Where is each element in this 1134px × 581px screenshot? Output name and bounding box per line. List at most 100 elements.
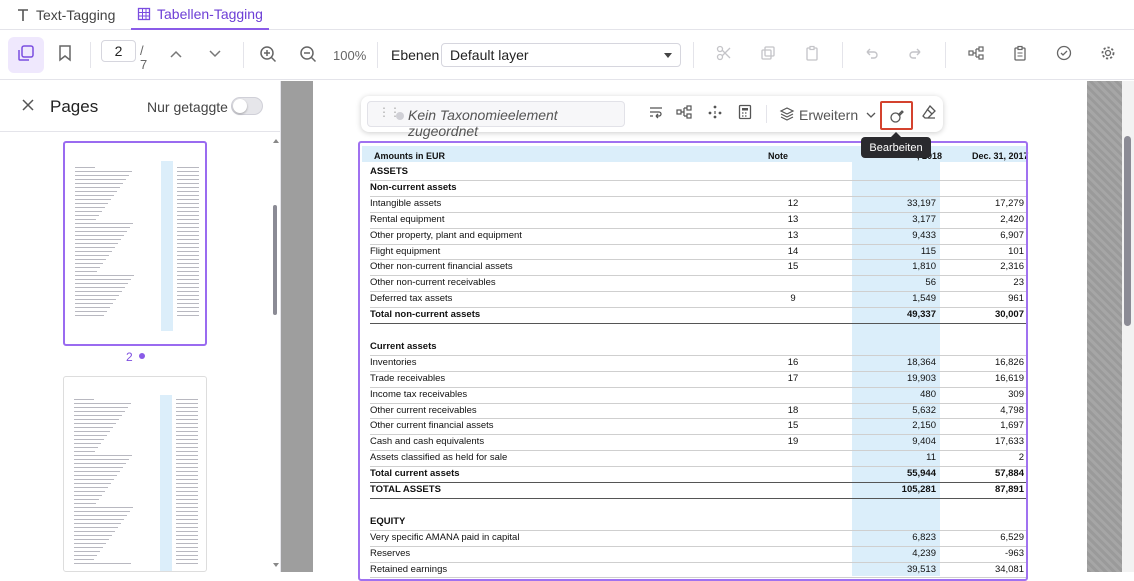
cut-button[interactable] xyxy=(712,43,736,67)
wrap-text-button[interactable] xyxy=(645,103,667,125)
thumbnail-line xyxy=(75,239,121,240)
thumbnail-line xyxy=(74,411,125,412)
thumbnail-line xyxy=(75,219,96,220)
thumbnail-line xyxy=(74,495,102,496)
table-selection-frame[interactable] xyxy=(358,141,1028,581)
thumbnail-line xyxy=(177,267,199,268)
thumbnail-line xyxy=(176,547,198,548)
chevron-down-icon xyxy=(208,46,222,64)
thumbnail-line xyxy=(75,167,95,168)
filter-label: Nur getaggte xyxy=(147,99,228,115)
thumbnail-line xyxy=(75,183,123,184)
zoom-out-button[interactable] xyxy=(295,43,321,69)
hierarchy-icon xyxy=(676,104,692,125)
next-page-button[interactable] xyxy=(203,43,227,67)
calculator-button[interactable] xyxy=(734,103,756,125)
thumbnail-line xyxy=(177,191,199,192)
previous-page-button[interactable] xyxy=(164,43,188,67)
thumbnail-line xyxy=(176,519,198,520)
thumbnail-line xyxy=(75,215,99,216)
sidebar-scrollbar-thumb[interactable] xyxy=(273,205,277,315)
thumbnail-line xyxy=(74,551,100,552)
thumbnail-line xyxy=(75,187,120,188)
undo-button[interactable] xyxy=(860,43,884,67)
thumbnail-line xyxy=(177,287,199,288)
hierarchy-button[interactable] xyxy=(964,43,988,67)
thumbnail-line xyxy=(176,403,198,404)
thumbnail-line xyxy=(74,459,129,460)
paste-button[interactable] xyxy=(800,43,824,67)
thumbnail-line xyxy=(75,299,116,300)
thumbnail-line xyxy=(177,251,199,252)
thumbnail-line xyxy=(176,439,198,440)
hierarchy-icon xyxy=(968,45,984,66)
settings-button[interactable] xyxy=(1096,43,1120,67)
thumbnail-line xyxy=(75,179,126,180)
pages-panel-button[interactable] xyxy=(8,37,44,73)
bookmarks-button[interactable] xyxy=(52,42,78,68)
zoom-level[interactable]: 100% xyxy=(333,48,366,63)
taxonomy-field[interactable]: ⋮⋮ Kein Taxonomieelement zugeordnet xyxy=(367,101,625,139)
scatter-button[interactable] xyxy=(704,103,726,125)
thumbnail-line xyxy=(74,467,123,468)
tab-text-tagging[interactable]: Text-Tagging xyxy=(10,0,121,30)
thumbnail-line xyxy=(75,227,130,228)
close-icon xyxy=(22,98,34,116)
thumbnail-line xyxy=(74,479,114,480)
clipboard-list-icon xyxy=(1012,45,1028,66)
calculator-icon xyxy=(738,104,752,125)
thumbnail-line xyxy=(177,279,199,280)
thumbnail-line xyxy=(176,431,198,432)
thumbnail-line xyxy=(75,255,109,256)
layer-select[interactable]: Default layer xyxy=(441,43,681,67)
page-thumbnail-3[interactable] xyxy=(63,376,207,572)
close-sidebar-button[interactable] xyxy=(18,97,38,117)
table-floating-toolbar: ⋮⋮ Kein Taxonomieelement zugeordnet Erwe… xyxy=(361,96,943,139)
thumbnail-line xyxy=(177,231,199,232)
viewer-scrollbar-thumb[interactable] xyxy=(1124,136,1131,326)
thumbnail-line xyxy=(74,547,103,548)
thumbnail-line xyxy=(74,531,115,532)
thumbnail-line xyxy=(176,419,198,420)
thumbnail-line xyxy=(74,511,130,512)
zoom-in-icon xyxy=(259,45,277,68)
thumbnail-line xyxy=(74,543,106,544)
thumbnail-line xyxy=(176,503,198,504)
redo-button[interactable] xyxy=(903,43,927,67)
edit-button[interactable] xyxy=(880,101,913,130)
thumbnail-line xyxy=(177,239,199,240)
sidebar-scrollbar[interactable] xyxy=(272,138,279,568)
page-thumbnail-2[interactable] xyxy=(63,141,207,346)
thumbnail-line xyxy=(75,315,104,316)
thumbnail-line xyxy=(75,195,114,196)
thumbnail-line xyxy=(176,495,198,496)
clipboard-list-button[interactable] xyxy=(1008,43,1032,67)
extend-label: Erweitern xyxy=(799,107,859,123)
thumbnail-line xyxy=(177,187,199,188)
page-number-input[interactable]: 2 xyxy=(101,40,136,62)
hierarchy-tag-button[interactable] xyxy=(673,103,695,125)
edit-tooltip: Bearbeiten xyxy=(861,132,931,158)
thumbnail-line xyxy=(177,291,199,292)
thumbnail-line xyxy=(74,491,105,492)
scissors-icon xyxy=(716,45,732,66)
zoom-out-icon xyxy=(299,45,317,68)
thumbnail-line xyxy=(74,455,132,456)
extend-dropdown[interactable]: Erweitern xyxy=(799,106,876,123)
eraser-button[interactable] xyxy=(918,103,940,125)
thumbnail-line xyxy=(75,279,131,280)
tagged-only-toggle[interactable] xyxy=(231,97,263,115)
thumbnail-line xyxy=(177,247,199,248)
thumbnail-line xyxy=(74,443,101,444)
validate-button[interactable] xyxy=(1052,43,1076,67)
thumbnail-line xyxy=(176,479,198,480)
tab-table-tagging[interactable]: Tabellen-Tagging xyxy=(131,0,269,30)
thumbnail-line xyxy=(75,283,128,284)
thumbnail-line xyxy=(75,275,134,276)
copy-button[interactable] xyxy=(756,43,780,67)
tagged-indicator-dot xyxy=(139,353,145,359)
thumbnail-line xyxy=(176,463,198,464)
thumbnail-line xyxy=(75,191,117,192)
thumbnail-line xyxy=(176,487,198,488)
zoom-in-button[interactable] xyxy=(255,43,281,69)
